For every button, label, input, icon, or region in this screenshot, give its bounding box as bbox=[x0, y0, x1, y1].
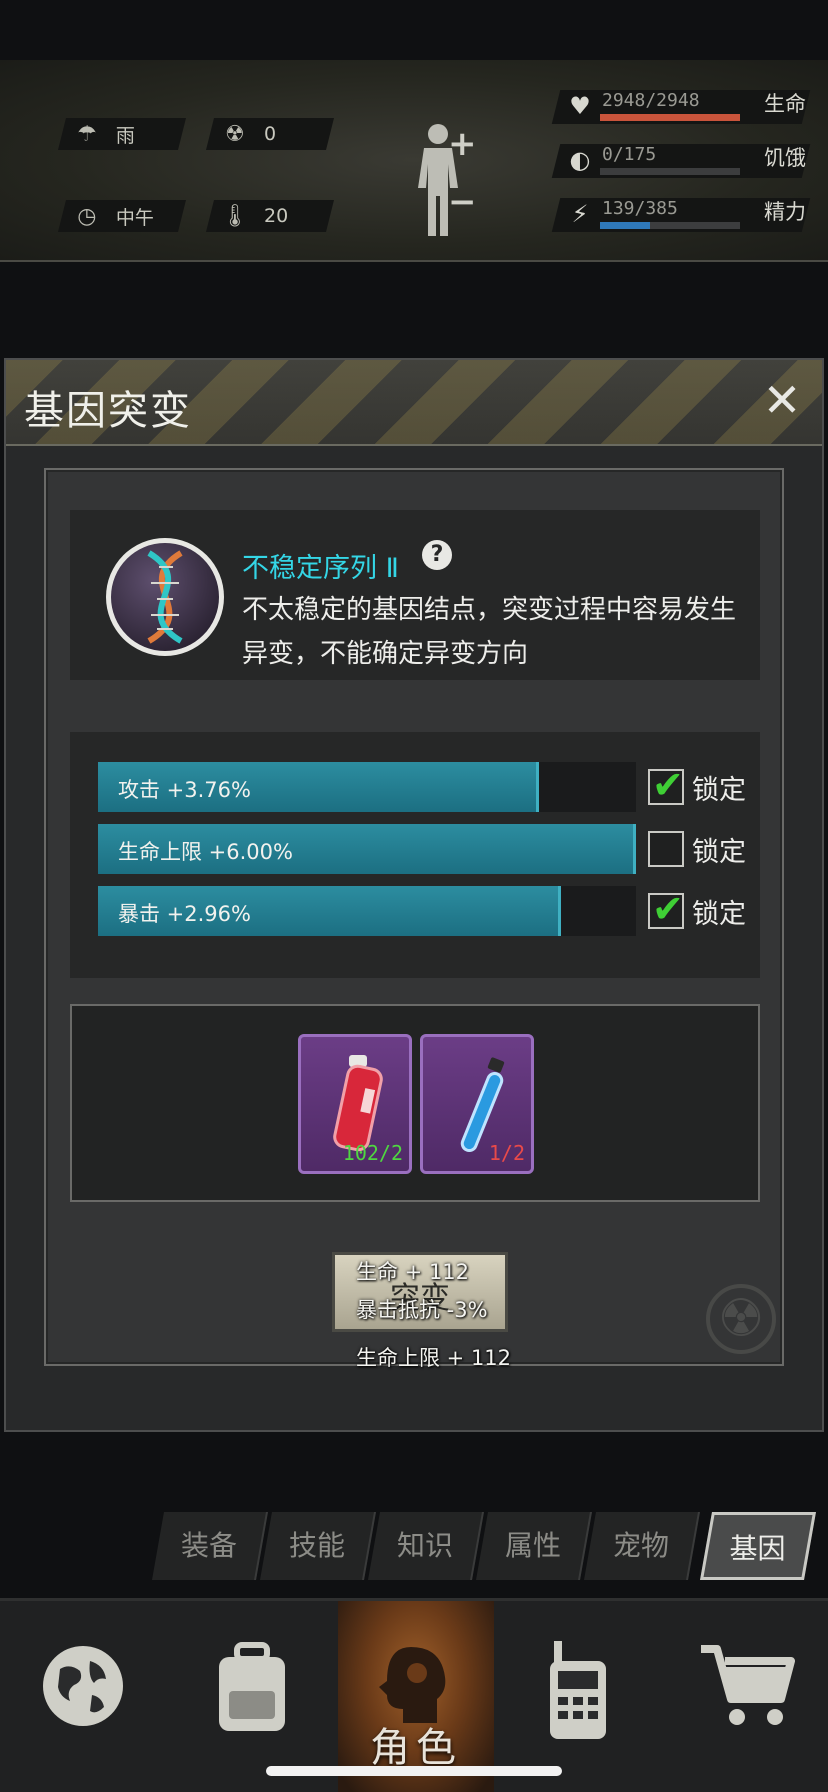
lock-label: 锁定 bbox=[692, 775, 746, 806]
shopping-cart-icon bbox=[701, 1645, 795, 1725]
nav-radio[interactable] bbox=[494, 1601, 666, 1792]
gene-info-panel: 不稳定序列 Ⅱ ? 不太稳定的基因结点，突变过程中容易发生异变，不能确定异变方向 bbox=[70, 510, 760, 680]
energy-label: 精力 bbox=[764, 200, 806, 224]
gene-name: 不稳定序列 Ⅱ bbox=[242, 553, 399, 584]
health-value: 2948/2948 bbox=[602, 90, 700, 111]
attribute-row: 攻击 +3.76% bbox=[98, 762, 636, 812]
tab-label: 技能 bbox=[288, 1529, 345, 1562]
health-label: 生命 bbox=[764, 92, 806, 116]
vital-energy: ⚡ 139/385 精力 bbox=[551, 192, 811, 234]
tab-attributes[interactable]: 属性 bbox=[476, 1512, 592, 1580]
tab-knowledge[interactable]: 知识 bbox=[368, 1512, 484, 1580]
energy-bar-fill bbox=[600, 222, 651, 229]
radiation-chip: ☢ 0 bbox=[206, 118, 334, 150]
floating-result-text: 暴击抵抗 -3% bbox=[356, 1298, 488, 1322]
dialog-content: 不稳定序列 Ⅱ ? 不太稳定的基因结点，突变过程中容易发生异变，不能确定异变方向… bbox=[44, 468, 784, 1370]
nav-character[interactable]: 角色 bbox=[338, 1601, 494, 1792]
plus-icon[interactable]: + bbox=[448, 124, 477, 164]
gene-description: 不太稳定的基因结点，突变过程中容易发生异变，不能确定异变方向 bbox=[242, 595, 737, 669]
floating-result-text: 生命上限 + 112 bbox=[356, 1346, 512, 1370]
backpack-icon bbox=[219, 1642, 285, 1731]
tab-pets[interactable]: 宠物 bbox=[584, 1512, 700, 1580]
vital-health: ♥ 2948/2948 生命 bbox=[551, 84, 811, 126]
energy-head-icon: ⚡ bbox=[571, 200, 589, 228]
tab-label: 属性 bbox=[504, 1529, 561, 1562]
lock-checkbox-attack[interactable]: ✔ bbox=[648, 765, 684, 805]
tab-skills[interactable]: 技能 bbox=[260, 1512, 376, 1580]
bottom-nav: 角色 bbox=[0, 1598, 828, 1792]
item-slot-red-vial[interactable]: 102/2 bbox=[298, 1034, 412, 1174]
attribute-row: 生命上限 +6.00% bbox=[98, 824, 636, 874]
attribute-text: 暴击 +2.96% bbox=[118, 902, 251, 926]
stomach-icon: ◐ bbox=[569, 146, 591, 174]
radiation-value: 0 bbox=[264, 123, 277, 145]
home-indicator[interactable] bbox=[266, 1766, 562, 1776]
tab-label: 基因 bbox=[729, 1532, 786, 1565]
material-panel: 102/2 1/2 bbox=[70, 1004, 760, 1202]
check-icon: ✔ bbox=[652, 887, 684, 931]
nav-shop[interactable] bbox=[666, 1601, 828, 1792]
heart-icon: ♥ bbox=[569, 92, 591, 120]
temperature-value: 20 bbox=[264, 205, 289, 227]
time-chip: ◷ 中午 bbox=[58, 200, 186, 232]
temperature-chip: 🌡 20 bbox=[206, 200, 334, 232]
lock-checkbox-crit[interactable]: ✔ bbox=[648, 889, 684, 929]
walkie-talkie-icon bbox=[550, 1641, 606, 1739]
tab-label: 知识 bbox=[396, 1529, 453, 1562]
tab-label: 装备 bbox=[180, 1529, 237, 1562]
character-tabs: 装备 技能 知识 属性 宠物 基因 bbox=[150, 1512, 816, 1580]
tab-equipment[interactable]: 装备 bbox=[152, 1512, 268, 1580]
radiation-watermark-icon: ☢ bbox=[706, 1284, 776, 1354]
item-slot-blue-tube[interactable]: 1/2 bbox=[420, 1034, 534, 1174]
hunger-value: 0/175 bbox=[602, 144, 657, 165]
tab-label: 宠物 bbox=[612, 1529, 669, 1562]
check-icon: ✔ bbox=[652, 763, 684, 807]
item-count: 1/2 bbox=[488, 1141, 525, 1165]
weather-value: 雨 bbox=[116, 124, 136, 147]
help-icon[interactable]: ? bbox=[422, 540, 452, 570]
lock-checkbox-max-health[interactable]: ✔ bbox=[648, 831, 684, 867]
nav-backpack[interactable] bbox=[166, 1601, 338, 1792]
clock-icon: ◷ bbox=[77, 203, 97, 229]
radiation-icon: ☢ bbox=[225, 121, 245, 147]
floating-result-text: 生命 + 112 bbox=[356, 1260, 470, 1284]
item-count: 102/2 bbox=[342, 1141, 403, 1165]
health-bar-fill bbox=[600, 114, 740, 121]
nav-label: 角色 bbox=[370, 1725, 462, 1771]
minus-icon[interactable]: − bbox=[448, 182, 477, 222]
thermometer-icon: 🌡 bbox=[221, 203, 249, 229]
dialog-header: 基因突变 ✕ bbox=[6, 360, 822, 446]
vital-hunger: ◐ 0/175 饥饿 bbox=[551, 138, 811, 180]
close-button[interactable]: ✕ bbox=[756, 374, 808, 426]
lock-label: 锁定 bbox=[692, 899, 746, 930]
weather-chip: ☂ 雨 bbox=[58, 118, 186, 150]
hunger-label: 饥饿 bbox=[764, 146, 806, 170]
dialog-title: 基因突变 bbox=[24, 388, 192, 434]
attribute-text: 生命上限 +6.00% bbox=[118, 840, 293, 864]
gene-mutation-dialog: 基因突变 ✕ 不稳定序列 Ⅱ ? 不太稳定的基因结点，突变过程中容易发生异变，不… bbox=[4, 358, 824, 1432]
attribute-text: 攻击 +3.76% bbox=[118, 778, 251, 802]
globe-icon bbox=[43, 1646, 123, 1726]
attribute-row: 暴击 +2.96% bbox=[98, 886, 636, 936]
lock-label: 锁定 bbox=[692, 837, 746, 868]
energy-value: 139/385 bbox=[602, 198, 678, 219]
status-bar: ☂ 雨 ☢ 0 ◷ 中午 🌡 20 + − ♥ 2948/2948 生命 ◐ 0… bbox=[0, 60, 828, 262]
dna-icon bbox=[106, 538, 224, 656]
time-value: 中午 bbox=[116, 206, 155, 229]
rain-cloud-icon: ☂ bbox=[77, 121, 97, 147]
nav-map[interactable] bbox=[0, 1601, 166, 1792]
attribute-panel: 攻击 +3.76% ✔ 锁定 生命上限 +6.00% ✔ 锁定 暴击 +2.96… bbox=[70, 732, 760, 978]
tab-genes[interactable]: 基因 bbox=[700, 1512, 816, 1580]
